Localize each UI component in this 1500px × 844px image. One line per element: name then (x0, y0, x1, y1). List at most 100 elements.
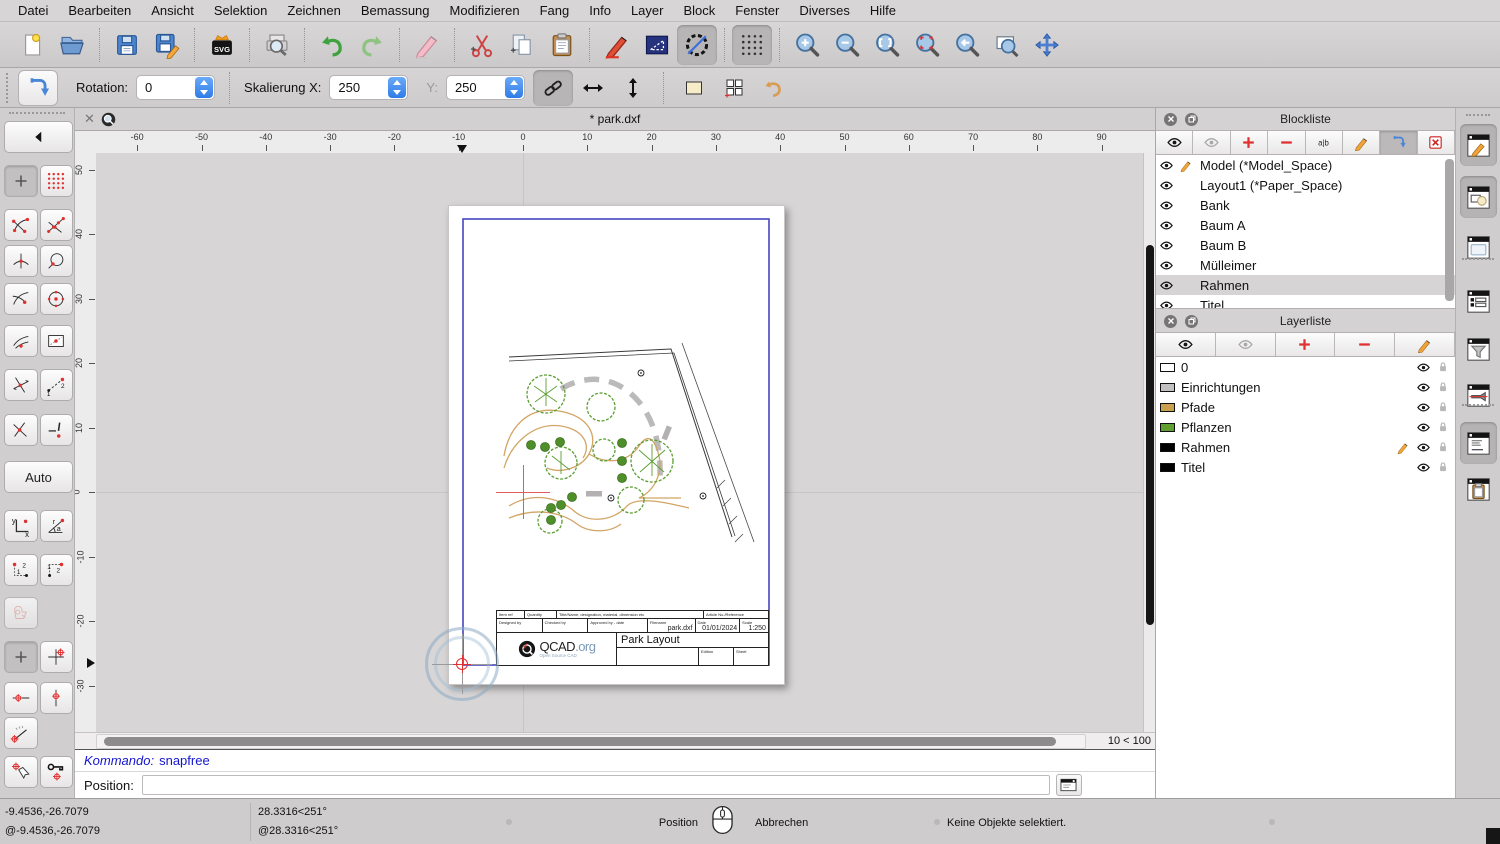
layer-lock-icon[interactable] (1433, 360, 1453, 374)
layer-lock-icon[interactable] (1433, 420, 1453, 434)
zoom-selection-button[interactable] (907, 25, 947, 65)
undo-button[interactable] (312, 25, 352, 65)
menu-item-fenster[interactable]: Fenster (725, 0, 789, 22)
block-edit-pencil-icon[interactable] (1176, 158, 1196, 172)
block-row-layout1-paper-space-[interactable]: Layout1 (*Paper_Space) (1156, 175, 1455, 195)
selection-filter-panel-toggle-button[interactable] (1460, 328, 1497, 370)
layer-row-pfade[interactable]: Pfade (1156, 397, 1455, 417)
layer-color-swatch[interactable] (1160, 402, 1175, 412)
scale-x-spinner[interactable]: 250 (329, 75, 409, 100)
block-visibility-eye-icon[interactable] (1156, 258, 1176, 273)
layer-edit-pencil-icon[interactable] (1393, 440, 1413, 454)
snap-tangent-button[interactable] (4, 283, 38, 315)
save-button[interactable] (107, 25, 147, 65)
layer-visibility-eye-icon[interactable] (1413, 440, 1433, 455)
scale-y-spinner[interactable]: 250 (445, 75, 525, 100)
eraser-button[interactable] (407, 25, 447, 65)
pen-settings-panel-toggle-button[interactable] (1460, 374, 1497, 416)
cut-button[interactable] (462, 25, 502, 65)
layer-row-rahmen[interactable]: Rahmen (1156, 437, 1455, 457)
edit-block-button[interactable] (1342, 131, 1381, 154)
insert-block-button[interactable] (1380, 131, 1418, 154)
restrict-orthogonal-button[interactable] (39, 641, 73, 673)
rotation-spinner[interactable]: 0 (136, 75, 216, 100)
block-list-panel-toggle-button[interactable] (1460, 176, 1497, 218)
snap-points-on-entity-button[interactable] (39, 209, 73, 241)
coordinate-relative-button[interactable]: 12 (4, 554, 38, 586)
block-visibility-eye-icon[interactable] (1156, 178, 1176, 193)
svg-export-button[interactable]: SVG (202, 25, 242, 65)
snap-intersection-manual-button[interactable] (4, 369, 38, 401)
menu-item-fang[interactable]: Fang (530, 0, 580, 22)
snap-center-button[interactable] (39, 283, 73, 315)
open-file-button[interactable] (52, 25, 92, 65)
show-all-layers-button[interactable] (1156, 333, 1216, 356)
menu-item-zeichnen[interactable]: Zeichnen (277, 0, 350, 22)
layer-row-titel[interactable]: Titel (1156, 457, 1455, 477)
add-layer-button[interactable] (1275, 333, 1336, 356)
draw-pencil-button[interactable] (597, 25, 637, 65)
layer-color-swatch[interactable] (1160, 462, 1175, 472)
menu-item-block[interactable]: Block (673, 0, 725, 22)
snap-free-button[interactable] (4, 165, 38, 197)
restrict-angle-button[interactable] (4, 717, 38, 749)
reset-transform-button[interactable] (754, 70, 794, 106)
snap-grid-button[interactable] (39, 165, 73, 197)
coordinate-absolute-button[interactable]: 12 (39, 554, 73, 586)
layer-list-panel-toggle-button[interactable] (1460, 280, 1497, 322)
position-input[interactable] (141, 775, 1050, 795)
layer-color-swatch[interactable] (1160, 362, 1175, 372)
layer-visibility-eye-icon[interactable] (1413, 360, 1433, 375)
snap-distance-1-2-button[interactable]: 12 (39, 369, 73, 401)
layer-color-swatch[interactable] (1160, 442, 1175, 452)
layer-visibility-eye-icon[interactable] (1413, 420, 1433, 435)
layer-lock-icon[interactable] (1433, 400, 1453, 414)
redo-button[interactable] (352, 25, 392, 65)
menu-item-bemassung[interactable]: Bemassung (351, 0, 440, 22)
coordinate-cartesian-button[interactable]: yx (4, 510, 38, 542)
menu-item-ansicht[interactable]: Ansicht (141, 0, 204, 22)
block-row-titel[interactable]: Titel (1156, 295, 1455, 308)
menu-item-bearbeiten[interactable]: Bearbeiten (58, 0, 141, 22)
remove-block-button[interactable] (1268, 131, 1306, 154)
add-block-button[interactable] (1230, 131, 1269, 154)
hide-all-layers-button[interactable] (1215, 333, 1276, 356)
command-line-toggle-button[interactable] (1055, 774, 1082, 796)
block-visibility-eye-icon[interactable] (1156, 278, 1176, 293)
show-all-blocks-button[interactable] (1156, 131, 1194, 154)
vertical-scroll-thumb[interactable] (1146, 245, 1154, 625)
remove-layer-button[interactable] (1335, 333, 1396, 356)
float-panel-icon[interactable] (1185, 112, 1198, 126)
zoom-window-button[interactable] (987, 25, 1027, 65)
snap-coordinate-button[interactable] (4, 414, 38, 446)
snap-point-on-circle-button[interactable] (39, 245, 73, 277)
restrict-horizontal-button[interactable] (4, 682, 38, 714)
resize-grip[interactable] (1486, 828, 1500, 844)
scale-x-stepper[interactable] (388, 77, 407, 98)
layer-row-pflanzen[interactable]: Pflanzen (1156, 417, 1455, 437)
coordinate-polar-button[interactable]: ra (39, 510, 73, 542)
layer-visibility-eye-icon[interactable] (1413, 380, 1433, 395)
block-row-m-lleimer[interactable]: Mülleimer (1156, 255, 1455, 275)
block-visibility-eye-icon[interactable] (1156, 238, 1176, 253)
rename-block-button[interactable]: a|b (1305, 131, 1343, 154)
insert-block-tool-button[interactable] (18, 69, 58, 106)
snap-off-button[interactable] (39, 414, 73, 446)
layer-row-einrichtungen[interactable]: Einrichtungen (1156, 377, 1455, 397)
property-editor-panel-toggle-button[interactable] (1460, 124, 1497, 166)
float-panel-icon[interactable] (1185, 314, 1198, 328)
preview-panel-toggle-button[interactable] (1460, 226, 1497, 268)
vertical-scrollbar[interactable] (1143, 153, 1155, 732)
lock-relative-zero-button[interactable] (39, 756, 73, 788)
restrict-none-button[interactable] (4, 641, 38, 673)
layer-lock-icon[interactable] (1433, 440, 1453, 454)
block-row-baum-a[interactable]: Baum A (1156, 215, 1455, 235)
layer-color-swatch[interactable] (1160, 422, 1175, 432)
close-panel-icon[interactable] (1164, 314, 1177, 328)
auto-zoom-button[interactable] (867, 25, 907, 65)
layer-lock-icon[interactable] (1433, 460, 1453, 474)
new-file-button[interactable] (12, 25, 52, 65)
snap-intersection-button[interactable] (4, 245, 38, 277)
hide-all-blocks-button[interactable] (1193, 131, 1231, 154)
draft-mode-button[interactable] (677, 24, 717, 65)
